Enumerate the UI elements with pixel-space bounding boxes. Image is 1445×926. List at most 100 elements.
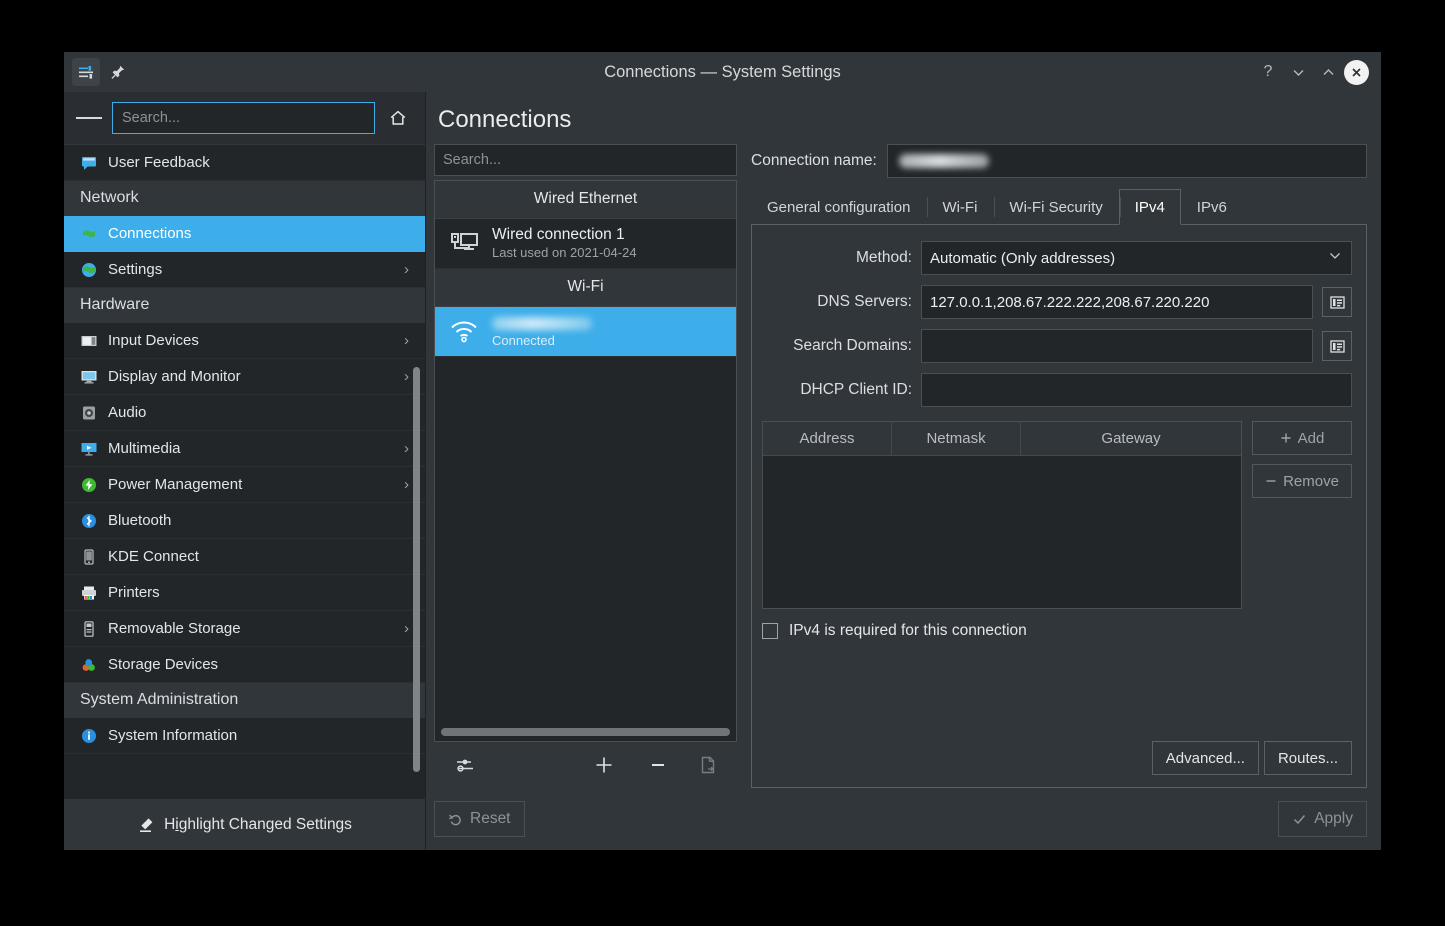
close-icon[interactable]	[1344, 60, 1369, 85]
help-button[interactable]: ?	[1254, 58, 1282, 86]
reset-button[interactable]: Reset	[434, 801, 525, 837]
sidebar-item-input-devices[interactable]: Input Devices›	[64, 323, 425, 359]
chevron-up-icon[interactable]	[1314, 58, 1342, 86]
sidebar-list[interactable]: User FeedbackNetworkConnectionsSettings›…	[64, 144, 425, 798]
sidebar-header	[64, 92, 425, 144]
sidebar-item-display-and-monitor[interactable]: Display and Monitor›	[64, 359, 425, 395]
connection-search-input[interactable]	[434, 144, 737, 176]
address-table-body[interactable]	[763, 456, 1241, 608]
wired-network-icon	[449, 230, 479, 256]
redacted-connection-name	[899, 154, 989, 168]
sidebar-item-multimedia[interactable]: Multimedia ›	[64, 431, 425, 467]
chevron-down-icon[interactable]	[1284, 58, 1312, 86]
sidebar-item-label: Removable Storage	[108, 620, 394, 637]
remove-connection-button[interactable]	[643, 750, 673, 780]
sidebar-item-label: KDE Connect	[108, 548, 409, 565]
tab-wi-fi[interactable]: Wi-Fi	[926, 189, 993, 224]
window-body: User FeedbackNetworkConnectionsSettings›…	[64, 92, 1381, 850]
sidebar-section-system-administration: System Administration	[64, 683, 425, 718]
sidebar-item-label: Display and Monitor	[108, 368, 394, 385]
wifi-icon	[449, 318, 479, 344]
globe-icon	[80, 261, 98, 279]
sidebar-item-power-management[interactable]: Power Management›	[64, 467, 425, 503]
list-editor-icon[interactable]	[1322, 331, 1352, 361]
main-area: Connections Wired Ethernet Wired connect…	[426, 92, 1381, 850]
pin-icon[interactable]	[104, 58, 132, 86]
connection-name-input[interactable]	[887, 144, 1367, 178]
sidebar-item-settings[interactable]: Settings ›	[64, 252, 425, 288]
apply-label: Apply	[1314, 810, 1353, 828]
sidebar-item-label: Power Management	[108, 476, 394, 493]
sidebar-item-user-feedback[interactable]: User Feedback	[64, 145, 425, 181]
undo-icon	[448, 812, 463, 827]
method-label: Method:	[762, 249, 912, 267]
method-select[interactable]: Automatic (Only addresses)AutomaticAutom…	[921, 241, 1352, 275]
usb-drive-icon	[80, 620, 98, 638]
dhcp-client-id-label: DHCP Client ID:	[762, 381, 912, 399]
sidebar-item-label: Audio	[108, 404, 409, 421]
sidebar-item-bluetooth[interactable]: Bluetooth	[64, 503, 425, 539]
sidebar-item-label: Multimedia	[108, 440, 394, 457]
sidebar-item-label: Settings	[108, 261, 394, 278]
redacted-ssid	[492, 317, 592, 330]
reset-label: Reset	[470, 810, 511, 828]
remove-address-button[interactable]: Remove	[1252, 464, 1352, 498]
tab-wi-fi-security[interactable]: Wi-Fi Security	[993, 189, 1118, 224]
sidebar-item-label: Input Devices	[108, 332, 394, 349]
power-icon	[80, 476, 98, 494]
sidebar-search-input[interactable]	[112, 102, 375, 134]
dns-servers-input[interactable]: 127.0.0.1,208.67.222.222,208.67.220.220	[921, 285, 1313, 319]
speaker-icon	[80, 404, 98, 422]
address-column-gateway[interactable]: Gateway	[1021, 422, 1241, 456]
address-table-buttons: Add Remove	[1252, 421, 1352, 609]
settings-icon[interactable]	[72, 58, 100, 86]
apply-button[interactable]: Apply	[1278, 801, 1367, 837]
address-column-netmask[interactable]: Netmask	[892, 422, 1021, 456]
ipv4-tab-panel: Method: Automatic (Only addresses)Automa…	[751, 224, 1367, 788]
window-footer: Reset Apply	[426, 788, 1381, 850]
routes-button[interactable]: Routes...	[1264, 741, 1352, 775]
chevron-right-icon: ›	[404, 261, 409, 278]
advanced-button[interactable]: Advanced...	[1152, 741, 1259, 775]
connection-list-item[interactable]: Wired connection 1Last used on 2021-04-2…	[435, 219, 736, 269]
hamburger-menu-icon[interactable]	[76, 105, 102, 131]
sidebar-item-audio[interactable]: Audio	[64, 395, 425, 431]
ipv4-required-row[interactable]: IPv4 is required for this connection	[762, 622, 1352, 640]
tab-ipv4[interactable]: IPv4	[1119, 189, 1181, 225]
dhcp-client-id-row: DHCP Client ID:	[762, 373, 1352, 407]
search-domains-label: Search Domains:	[762, 337, 912, 355]
sidebar-section-hardware: Hardware	[64, 288, 425, 323]
add-address-button[interactable]: Add	[1252, 421, 1352, 455]
home-icon[interactable]	[385, 105, 411, 131]
highlight-changed-settings-button[interactable]: Highlight Changed Settings	[64, 798, 425, 850]
sidebar-item-connections[interactable]: Connections	[64, 216, 425, 252]
address-table[interactable]: AddressNetmaskGateway	[762, 421, 1242, 609]
bluetooth-icon	[80, 512, 98, 530]
list-editor-icon[interactable]	[1322, 287, 1352, 317]
dhcp-client-id-input[interactable]	[921, 373, 1352, 407]
connection-list-item[interactable]: Connected	[435, 307, 736, 357]
chevron-right-icon: ›	[404, 440, 409, 457]
sidebar-item-system-information[interactable]: System Information	[64, 718, 425, 754]
export-connection-button[interactable]	[693, 750, 723, 780]
sidebar-item-kde-connect[interactable]: KDE Connect	[64, 539, 425, 575]
sidebar-item-removable-storage[interactable]: Removable Storage›	[64, 611, 425, 647]
page-title: Connections	[426, 92, 1381, 144]
ipv4-required-checkbox[interactable]	[762, 623, 778, 639]
search-domains-input[interactable]	[921, 329, 1313, 363]
sidebar: User FeedbackNetworkConnectionsSettings›…	[64, 92, 426, 850]
sidebar-scrollbar[interactable]	[413, 145, 423, 798]
tab-ipv6[interactable]: IPv6	[1181, 189, 1243, 224]
connection-item-sub: Connected	[492, 333, 592, 348]
connection-list[interactable]: Wired Ethernet Wired connection 1Last us…	[434, 180, 737, 742]
address-column-address[interactable]: Address	[763, 422, 892, 456]
connection-list-horizontal-scrollbar[interactable]	[441, 728, 730, 736]
add-connection-button[interactable]	[589, 750, 619, 780]
sidebar-item-printers[interactable]: Printers	[64, 575, 425, 611]
tab-general-configuration[interactable]: General configuration	[751, 189, 926, 224]
sidebar-item-storage-devices[interactable]: Storage Devices	[64, 647, 425, 683]
sidebar-scrollbar-thumb[interactable]	[413, 367, 420, 772]
sidebar-item-label: System Information	[108, 727, 409, 744]
dns-servers-row: DNS Servers: 127.0.0.1,208.67.222.222,20…	[762, 285, 1352, 319]
configure-button[interactable]	[450, 750, 480, 780]
